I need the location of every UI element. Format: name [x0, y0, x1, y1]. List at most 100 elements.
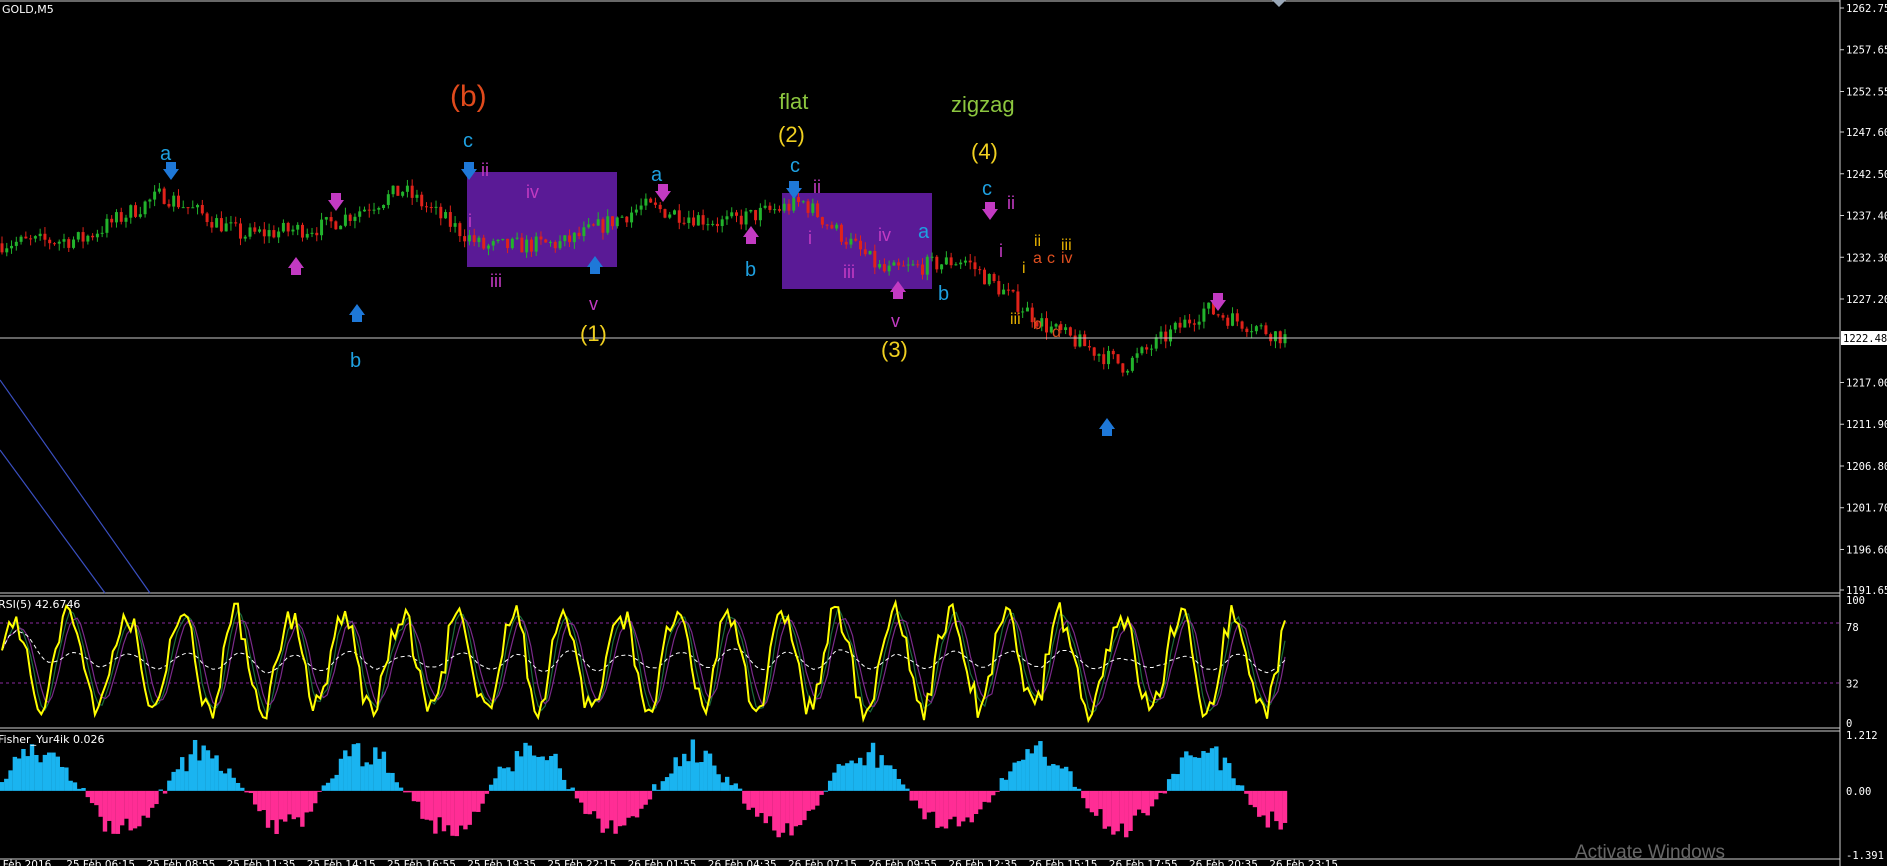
candle-body: [720, 219, 724, 227]
trend-lines[interactable]: [0, 379, 151, 594]
fisher-bar: [699, 762, 704, 791]
fisher-bar: [647, 790, 653, 800]
wave-box-1[interactable]: [467, 172, 617, 267]
candle-body: [992, 274, 996, 282]
candle-body: [334, 221, 338, 230]
candle-body: [1011, 289, 1015, 292]
swing-arrows: [163, 162, 1226, 436]
chart-canvas[interactable]: (b) flat (2) zigzag (4) (1) (3) a b c a …: [0, 0, 1887, 866]
candle-body: [1254, 326, 1258, 332]
rsi-panel[interactable]: RSI(5) 42.6746: [0, 598, 1840, 724]
fisher-bar: [845, 763, 850, 791]
fisher-panel[interactable]: Fisher_Yur4ik 0.026: [0, 733, 1288, 838]
arrow-down-icon: [655, 184, 671, 202]
fisher-bar: [802, 790, 807, 821]
fisher-bar: [1149, 790, 1155, 807]
candle-body: [1002, 289, 1006, 295]
fisher-bar: [875, 767, 880, 791]
candle-body: [658, 204, 662, 210]
fisher-bar: [553, 753, 558, 791]
fisher-bar: [321, 785, 327, 791]
candle-body: [839, 224, 843, 242]
candle-body: [162, 188, 166, 204]
fisher-bar: [759, 790, 764, 814]
fisher-bar: [158, 789, 163, 791]
fisher-bar: [1248, 790, 1253, 805]
candle-body: [711, 223, 715, 225]
candle-body: [1078, 334, 1082, 347]
label-a: a: [918, 221, 930, 243]
candle-body: [448, 212, 452, 227]
price-tick-label: 1201.70: [1846, 503, 1887, 515]
fisher-bar: [364, 762, 369, 791]
candle-body: [963, 260, 967, 263]
fisher-bar: [999, 778, 1004, 791]
candle-body: [911, 264, 915, 266]
candle-body: [959, 262, 963, 265]
candle-body: [606, 216, 610, 233]
fisher-bar: [896, 778, 902, 791]
candle-body: [973, 262, 977, 270]
candle-body: [806, 201, 810, 213]
fisher-bar: [1076, 788, 1082, 791]
candle-body: [706, 224, 710, 226]
candle-body: [730, 212, 734, 217]
fisher-bar: [1162, 790, 1168, 794]
trading-chart[interactable]: (b) flat (2) zigzag (4) (1) (3) a b c a …: [0, 0, 1887, 866]
fisher-bar: [905, 788, 910, 791]
time-tick-label: 26 Feb 15:15: [1029, 859, 1098, 866]
time-tick-label: 26 Feb 09:55: [868, 859, 937, 866]
rsi-label: RSI(5) 42.6746: [0, 598, 80, 611]
price-tick-label: 1247.60: [1846, 127, 1887, 139]
candle-body: [486, 245, 490, 249]
fisher-bar: [1033, 745, 1039, 791]
fisher-bar: [4, 778, 9, 791]
candle-body: [57, 241, 61, 244]
fisher-bar: [141, 790, 146, 816]
candle-body: [582, 227, 586, 237]
candle-body: [14, 241, 18, 246]
candle-body: [48, 239, 52, 244]
candle-body: [62, 239, 66, 242]
candle-body: [1264, 325, 1268, 335]
fisher-bar: [677, 766, 683, 791]
candle-body: [596, 219, 600, 226]
candle-body: [653, 202, 657, 205]
fisher-bar: [716, 774, 721, 791]
fisher-bar: [514, 751, 520, 791]
candle-body: [921, 264, 925, 275]
fisher-bar: [1218, 770, 1223, 791]
candle-body: [506, 238, 510, 249]
fisher-bar: [493, 778, 498, 791]
candle-body: [391, 185, 395, 195]
fisher-bar: [446, 790, 451, 826]
fisher-bar: [686, 761, 691, 791]
fisher-bar: [1102, 790, 1107, 829]
fisher-bar: [793, 790, 799, 827]
fisher-bar: [1089, 790, 1095, 813]
candle-body: [682, 222, 686, 224]
candle-body: [868, 250, 872, 255]
label-i: i: [808, 228, 812, 248]
fisher-bar: [77, 788, 82, 791]
fisher-bar: [1025, 749, 1030, 791]
fisher-bar: [621, 790, 627, 826]
wave-box-2[interactable]: [782, 193, 932, 289]
candle-body: [1216, 314, 1220, 316]
fisher-bar: [308, 790, 314, 812]
fisher-bar: [313, 790, 318, 804]
fisher-bar: [287, 790, 292, 815]
price-tick-label: 1196.60: [1846, 544, 1887, 556]
fisher-bar: [373, 747, 378, 791]
candle-body: [854, 238, 858, 241]
candle-body: [72, 239, 76, 248]
fisher-bar: [355, 743, 361, 791]
candle-body: [1221, 315, 1225, 318]
candle-body: [610, 216, 614, 227]
fisher-bar: [531, 755, 537, 791]
fisher-bar: [922, 790, 927, 820]
label-c: c: [790, 155, 800, 177]
candle-body: [725, 216, 729, 220]
candle-body: [229, 222, 233, 224]
candle-body: [892, 262, 896, 266]
